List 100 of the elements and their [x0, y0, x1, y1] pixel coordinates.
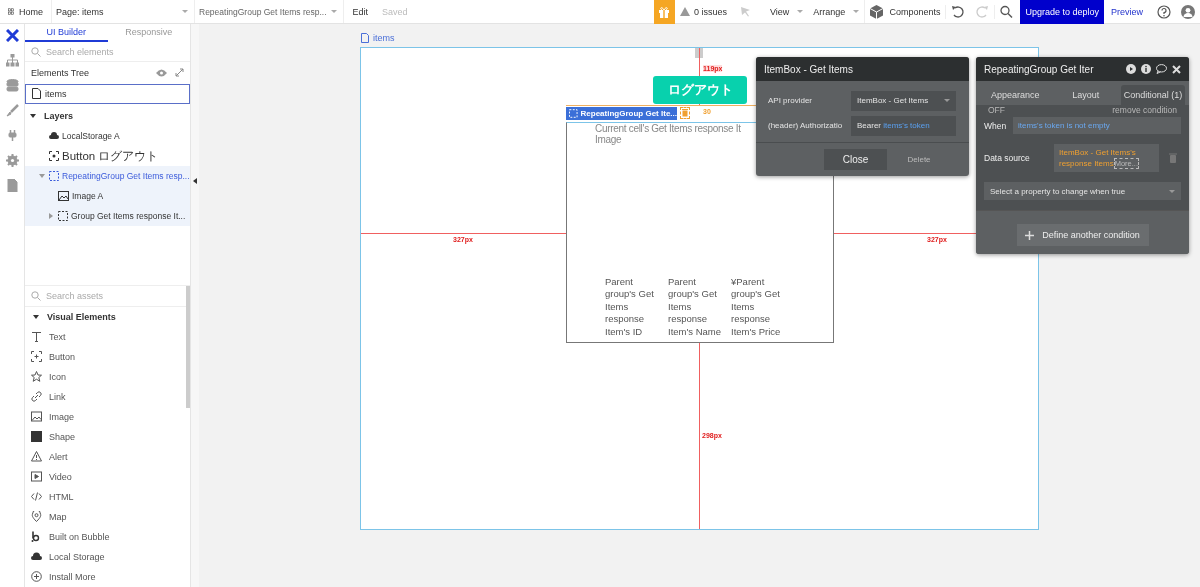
image-icon: [58, 191, 69, 201]
field-label: API provider: [768, 96, 814, 105]
provider-dropdown[interactable]: ItemBox - Get Items: [851, 90, 956, 111]
icon-asset-icon: [31, 371, 42, 383]
comment-icon[interactable]: [1156, 64, 1167, 74]
search-elements-field[interactable]: Search elements: [46, 46, 184, 57]
edit-menu[interactable]: Edit: [352, 6, 369, 17]
tree-item[interactable]: Image A: [25, 186, 190, 206]
expression-field[interactable]: Bearer items's token: [851, 115, 956, 136]
close-button[interactable]: Close: [824, 149, 887, 170]
asset-item[interactable]: Image: [25, 407, 190, 427]
gift-icon: [658, 5, 671, 18]
grid-icon: [8, 6, 14, 17]
dashed-frame-icon: [49, 171, 59, 181]
tree-item[interactable]: RepeatingGroup Get Items resp...: [25, 166, 190, 186]
home-link[interactable]: Home: [19, 6, 43, 17]
dynamic-text: Parent group's Get Items response Item's ID: [605, 276, 655, 339]
dashed-frame-icon: [569, 109, 578, 118]
arrange-menu[interactable]: Arrange: [808, 0, 865, 23]
search-icon: [31, 46, 41, 57]
collapse-arrow-icon[interactable]: [193, 177, 197, 184]
page-icon: [32, 88, 41, 100]
asset-item[interactable]: Icon: [25, 367, 190, 387]
image-placeholder-text: Current cell's Get Items response It Image: [595, 123, 741, 145]
asset-item[interactable]: Video: [25, 467, 190, 487]
design-tab-icon[interactable]: [5, 29, 19, 42]
issues-button[interactable]: 0 issues: [674, 0, 732, 23]
scrollbar[interactable]: [186, 286, 190, 408]
inspector-tab[interactable]: Appearance: [980, 85, 1051, 105]
search-assets-field[interactable]: Search assets: [46, 291, 184, 301]
inspector-tab[interactable]: Layout: [1050, 85, 1121, 105]
collapsed-caret-icon[interactable]: [48, 213, 54, 219]
builder-tab[interactable]: UI Builder: [25, 24, 108, 42]
play-icon[interactable]: [1126, 64, 1136, 74]
video-asset-icon: [31, 471, 42, 483]
tree-item[interactable]: Layers: [25, 106, 190, 126]
tree-item[interactable]: Button ログアウト: [25, 146, 190, 166]
eye-icon[interactable]: [156, 69, 167, 77]
off-toggle[interactable]: OFF: [988, 105, 1005, 115]
page-tree-item[interactable]: items: [25, 83, 190, 104]
image-asset-icon: [31, 411, 42, 423]
preview-link[interactable]: Preview: [1111, 6, 1143, 17]
asset-item[interactable]: HTML: [25, 487, 190, 507]
expand-icon[interactable]: [175, 68, 184, 78]
tree-item[interactable]: Group Get Items response It...: [25, 206, 190, 226]
styles-tab-icon[interactable]: [5, 104, 19, 117]
expanded-caret-icon[interactable]: [30, 113, 36, 119]
save-status: Saved: [382, 6, 408, 17]
page-icon: [361, 33, 369, 43]
plugins-tab-icon[interactable]: [5, 129, 19, 142]
inspector-tab[interactable]: Conditional (1): [1121, 85, 1185, 105]
tree-item[interactable]: LocalStorage A: [25, 126, 190, 146]
storage-asset-icon: [31, 551, 42, 563]
warning-icon: [679, 7, 690, 16]
asset-item[interactable]: Shape: [25, 427, 190, 447]
section-title: Visual Elements: [47, 312, 116, 322]
page-dropdown[interactable]: Page: items: [52, 0, 195, 23]
search-icon: [31, 291, 41, 301]
asset-item[interactable]: Built on Bubble: [25, 527, 190, 547]
bubble-asset-icon: [31, 531, 42, 543]
workflow-tab-icon[interactable]: [5, 54, 19, 67]
dynamic-text: ¥Parent group's Get Items response Item's Price: [731, 276, 782, 339]
cursor-icon[interactable]: [740, 6, 751, 17]
upgrade-button[interactable]: Upgrade to deploy: [1020, 0, 1104, 24]
asset-item[interactable]: Button: [25, 347, 190, 367]
html-asset-icon: [31, 491, 42, 503]
when-label: When: [984, 120, 1008, 131]
elements-tree-title: Elements Tree: [31, 68, 90, 78]
info-icon[interactable]: [1141, 64, 1151, 74]
trash-icon[interactable]: [1169, 153, 1177, 163]
element-dropdown[interactable]: RepeatingGroup Get Items resp...: [195, 0, 344, 23]
components-button[interactable]: Components: [864, 0, 946, 23]
asset-item[interactable]: Map: [25, 507, 190, 527]
asset-item[interactable]: Local Storage: [25, 547, 190, 567]
asset-item[interactable]: Text: [25, 327, 190, 347]
popup-title: ItemBox - Get Items: [756, 57, 969, 81]
asset-item[interactable]: Link: [25, 387, 190, 407]
dashed-frame-icon: [58, 211, 68, 221]
map-asset-icon: [31, 511, 42, 523]
expanded-caret-icon[interactable]: [33, 314, 39, 320]
close-icon[interactable]: [1172, 64, 1181, 74]
plus-icon: [1025, 230, 1035, 240]
settings-tab-icon[interactable]: [5, 154, 19, 167]
text-asset-icon: [31, 331, 42, 343]
data-tab-icon[interactable]: [5, 79, 19, 92]
view-menu[interactable]: View: [765, 0, 809, 23]
property-select[interactable]: Select a property to change when true: [984, 182, 1181, 200]
link-asset-icon: [31, 391, 42, 403]
popup-title: RepeatingGroup Get Iter: [984, 63, 1094, 75]
remove-condition-link[interactable]: remove condition: [1112, 105, 1177, 115]
dynamic-text: Parent group's Get Items response Item's Name: [668, 276, 723, 339]
page-name-label: items: [361, 33, 395, 43]
logs-tab-icon[interactable]: [5, 179, 19, 192]
asset-item[interactable]: Install More: [25, 567, 190, 587]
selected-element-tag[interactable]: RepeatingGroup Get Ite...: [566, 107, 677, 120]
asset-item[interactable]: Alert: [25, 447, 190, 467]
gift-button[interactable]: [653, 0, 675, 24]
button-asset-icon: [31, 351, 42, 363]
define-condition-button[interactable]: Define another condition: [1016, 224, 1149, 246]
trash-icon[interactable]: [680, 107, 690, 119]
